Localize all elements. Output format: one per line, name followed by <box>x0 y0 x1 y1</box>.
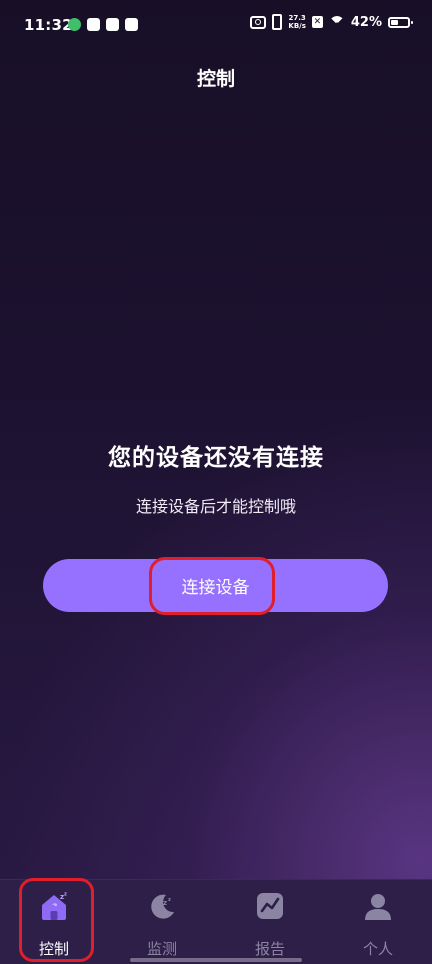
tab-control[interactable]: z z 控制 <box>0 880 108 964</box>
status-right: 27.3 KB/s ✕ 42% <box>250 14 413 30</box>
empty-state-subtitle: 连接设备后才能控制哦 <box>135 497 296 516</box>
tab-label: 监测 <box>146 940 177 958</box>
chart-icon <box>257 893 283 919</box>
bottom-tab-bar: z z 控制 z z 监测 报告 个人 <box>0 879 432 964</box>
vibrate-icon <box>272 14 283 30</box>
tab-report[interactable]: 报告 <box>216 880 324 964</box>
svg-text:z: z <box>64 892 67 898</box>
tab-monitor[interactable]: z z 监测 <box>108 880 216 964</box>
more-notifications-icon <box>125 18 138 31</box>
app-screen: 11:32 27.3 KB/s ✕ 42% 控制 您的设备还没有连接 连接设备后… <box>0 0 432 964</box>
status-time: 11:32 <box>24 16 73 34</box>
camera-icon <box>250 15 267 29</box>
store-app-icon <box>87 18 100 31</box>
wifi-icon <box>329 16 345 28</box>
network-speed: 27.3 KB/s <box>288 14 305 30</box>
home-indicator[interactable] <box>130 958 302 962</box>
empty-state-title: 您的设备还没有连接 <box>108 445 324 471</box>
link-app-icon <box>106 18 119 31</box>
tab-label: 个人 <box>362 940 393 958</box>
svg-text:z: z <box>163 899 167 907</box>
svg-text:z: z <box>168 897 171 903</box>
home-icon: z z <box>42 892 67 920</box>
person-icon <box>365 894 391 920</box>
network-speed-unit: KB/s <box>288 22 306 30</box>
battery-percent: 42% <box>350 14 382 30</box>
status-bar: 11:32 27.3 KB/s ✕ 42% <box>0 0 432 52</box>
connect-device-button[interactable]: 连接设备 <box>43 559 388 612</box>
tab-label: 控制 <box>38 940 69 958</box>
moon-sleep-icon: z z <box>151 894 174 919</box>
page-title: 控制 <box>196 68 235 90</box>
network-speed-value: 27.3 <box>288 14 306 22</box>
messaging-app-icon <box>68 18 81 31</box>
tab-profile[interactable]: 个人 <box>324 880 432 964</box>
battery-icon <box>388 16 413 28</box>
notification-icons <box>68 18 138 31</box>
tab-label: 报告 <box>254 940 285 958</box>
no-sim-icon: ✕ <box>311 16 323 28</box>
